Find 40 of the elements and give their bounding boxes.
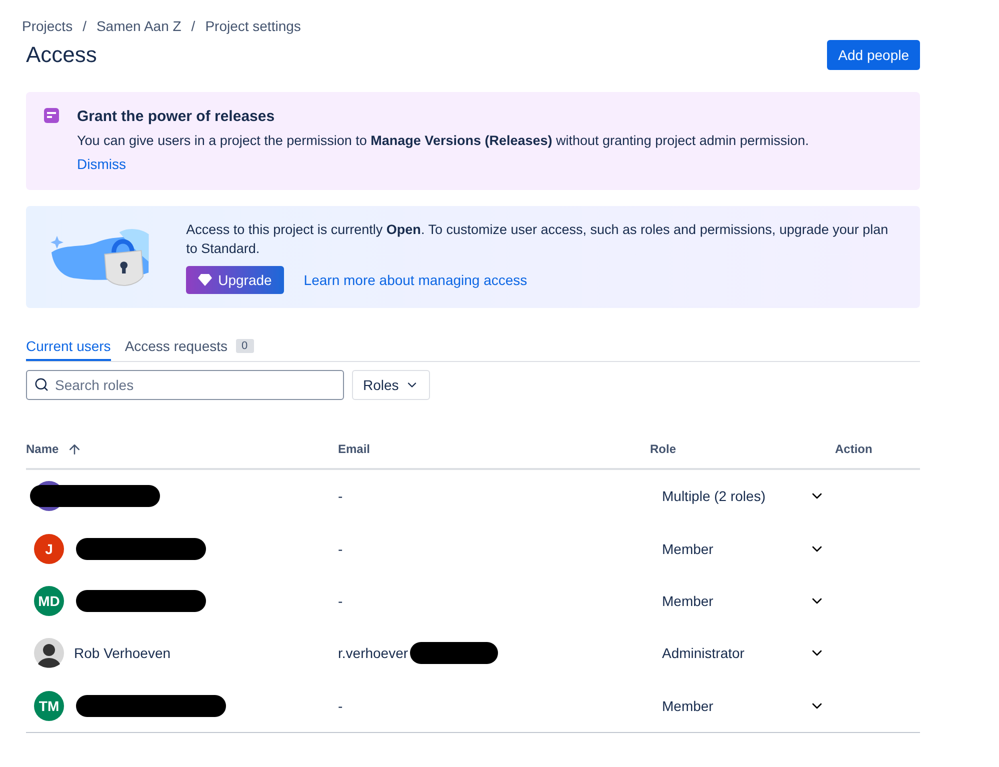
email-text: r.verhoever [338,645,408,662]
dismiss-link[interactable]: Dismiss [77,156,126,172]
notice-title: Grant the power of releases [77,108,276,125]
learn-more-link[interactable]: Learn more about managing access [304,272,528,288]
roles-dropdown[interactable]: Roles [352,370,430,400]
email-text: - [338,488,343,504]
search-field[interactable]: Search roles [26,370,344,400]
tab[interactable]: Current users [26,338,111,361]
breadcrumb-separator: / [82,18,86,34]
breadcrumb-link[interactable]: Projects [22,18,73,34]
role-text: Multiple (2 roles) [662,488,766,504]
breadcrumb-separator: / [191,18,196,34]
user-avatar: J [34,534,64,564]
breadcrumb-link[interactable]: Samen Aan Z [96,18,182,34]
upgrade-text: Access to this project is currently Open. To customize user access, such as roles and permissions, upgrade your plan to Standard. [186,221,890,258]
role-text: Member [662,698,714,714]
note-icon [44,108,59,123]
tab[interactable]: Access requests 0 [124,338,254,361]
user-avatar: MD [34,586,64,616]
column-header: Email [338,442,370,456]
column-header: Role [650,442,676,456]
breadcrumb-link[interactable]: Project settings [205,18,301,34]
role-text: Administrator [662,645,744,662]
email-text: - [338,698,343,714]
upgrade-button[interactable]: Upgrade [186,266,284,294]
diamond-icon [198,274,212,286]
notice-text: You can give users in a project the permission to Manage Versions (Releases) without granting project admin permission. [77,133,809,148]
add-people-button[interactable]: Add people [827,40,920,70]
role-text: Member [662,540,714,557]
user-avatar [34,638,64,668]
search-icon [34,377,49,392]
page-title: Access [26,42,97,68]
email-text: - [338,540,343,557]
column-header[interactable]: Name [26,442,59,456]
email-text: - [338,592,343,609]
count-badge: 0 [236,339,254,353]
user-name: Rob Verhoeven [74,645,171,662]
user-avatar: TM [34,690,64,721]
role-text: Member [662,592,714,609]
column-header: Action [835,442,872,456]
